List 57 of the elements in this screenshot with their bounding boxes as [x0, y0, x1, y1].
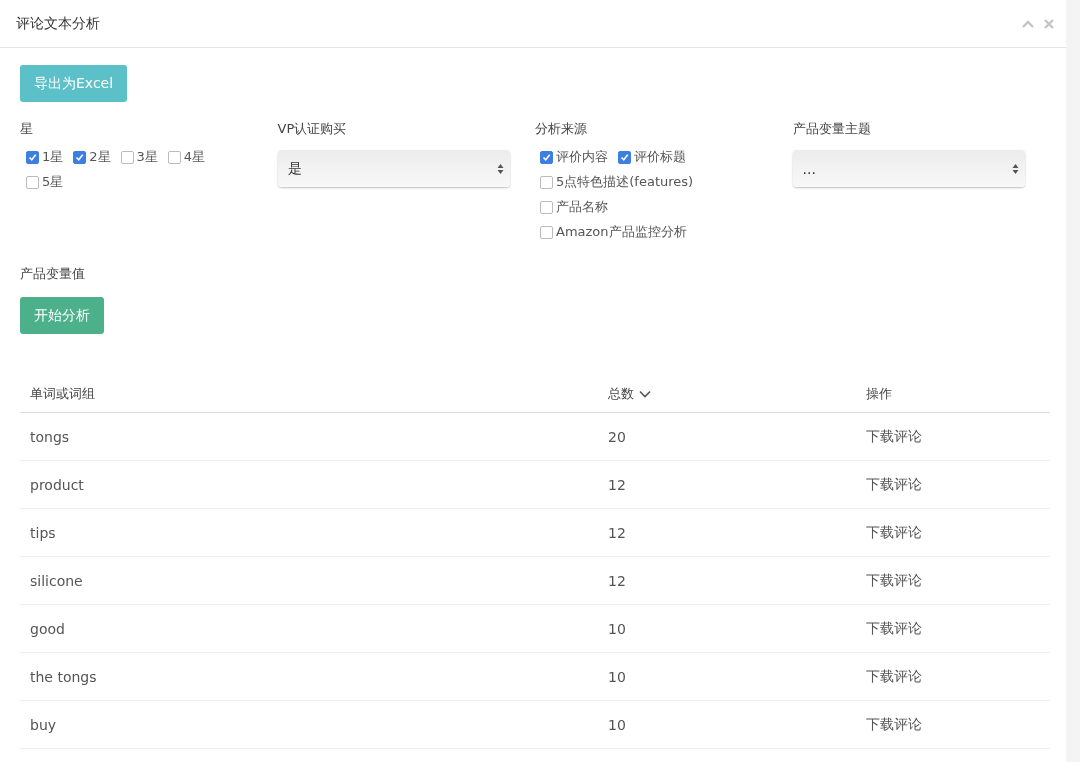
download-link[interactable]: 下载评论 — [866, 523, 922, 540]
table-cell: 20 — [608, 428, 626, 445]
table-cell: tongs — [30, 428, 70, 445]
dropdown-arrows-icon — [496, 162, 504, 175]
column-header: 操作 — [866, 386, 892, 401]
checkbox[interactable] — [26, 175, 39, 189]
table-cell: silicone — [30, 572, 83, 589]
table-cell: 10 — [608, 668, 626, 685]
filter-label: 分析来源 — [535, 120, 587, 138]
filter-label: VP认证购买 — [277, 120, 347, 138]
table-cell: product — [30, 476, 84, 493]
download-link[interactable]: 下载评论 — [866, 571, 922, 588]
dropdown-arrows-icon — [1011, 162, 1019, 175]
collapse-icon[interactable] — [1022, 19, 1034, 28]
table-cell: buy — [30, 716, 57, 733]
table-cell: tips — [30, 524, 56, 541]
table-cell: good — [30, 620, 65, 637]
checkbox-label: 4星 — [183, 148, 206, 166]
table-cell: 12 — [608, 572, 626, 589]
download-link[interactable]: 下载评论 — [866, 715, 922, 732]
download-link[interactable]: 下载评论 — [866, 667, 922, 684]
download-link[interactable]: 下载评论 — [866, 619, 922, 636]
checkbox[interactable] — [540, 225, 553, 239]
checkbox-label: 产品名称 — [556, 198, 608, 216]
checkbox-label: 5点特色描述(features) — [556, 173, 694, 191]
checkbox-label: 1星 — [42, 148, 64, 166]
checkbox-label: 评价内容 — [556, 148, 608, 166]
table-cell: the tongs — [30, 668, 97, 685]
checkbox[interactable] — [618, 150, 631, 164]
table-cell: 12 — [608, 524, 626, 541]
checkbox[interactable] — [73, 150, 87, 164]
checkbox-label: 2星 — [89, 148, 111, 166]
download-link[interactable]: 下载评论 — [866, 427, 922, 444]
table-cell: 12 — [608, 476, 626, 493]
download-link[interactable]: 下载评论 — [866, 475, 922, 492]
close-icon[interactable] — [1044, 18, 1054, 29]
checkbox-label: Amazon产品监控分析 — [556, 223, 687, 241]
checkbox[interactable] — [540, 150, 553, 164]
window-title: 评论文本分析 — [16, 14, 100, 33]
checkbox-label: 5星 — [42, 173, 64, 191]
checkbox[interactable] — [120, 150, 134, 164]
checkbox-label: 评价标题 — [634, 148, 686, 166]
checkbox[interactable] — [540, 200, 553, 214]
filter-label: 产品变量主题 — [792, 120, 871, 138]
table-cell: 10 — [608, 716, 626, 733]
checkbox[interactable] — [540, 175, 553, 189]
table-cell: 10 — [608, 620, 626, 637]
checkbox[interactable] — [26, 150, 39, 164]
sort-down-icon[interactable] — [639, 390, 651, 398]
field-label: 产品变量值 — [20, 265, 85, 283]
select-field[interactable]: 是 — [277, 150, 510, 187]
column-header: 单词或词组 — [30, 386, 95, 401]
select-field[interactable]: ... — [792, 150, 1025, 187]
checkbox-label: 3星 — [136, 148, 158, 166]
filter-label: 星 — [20, 120, 33, 138]
column-header[interactable]: 总数 — [608, 386, 634, 401]
checkbox[interactable] — [167, 150, 181, 164]
